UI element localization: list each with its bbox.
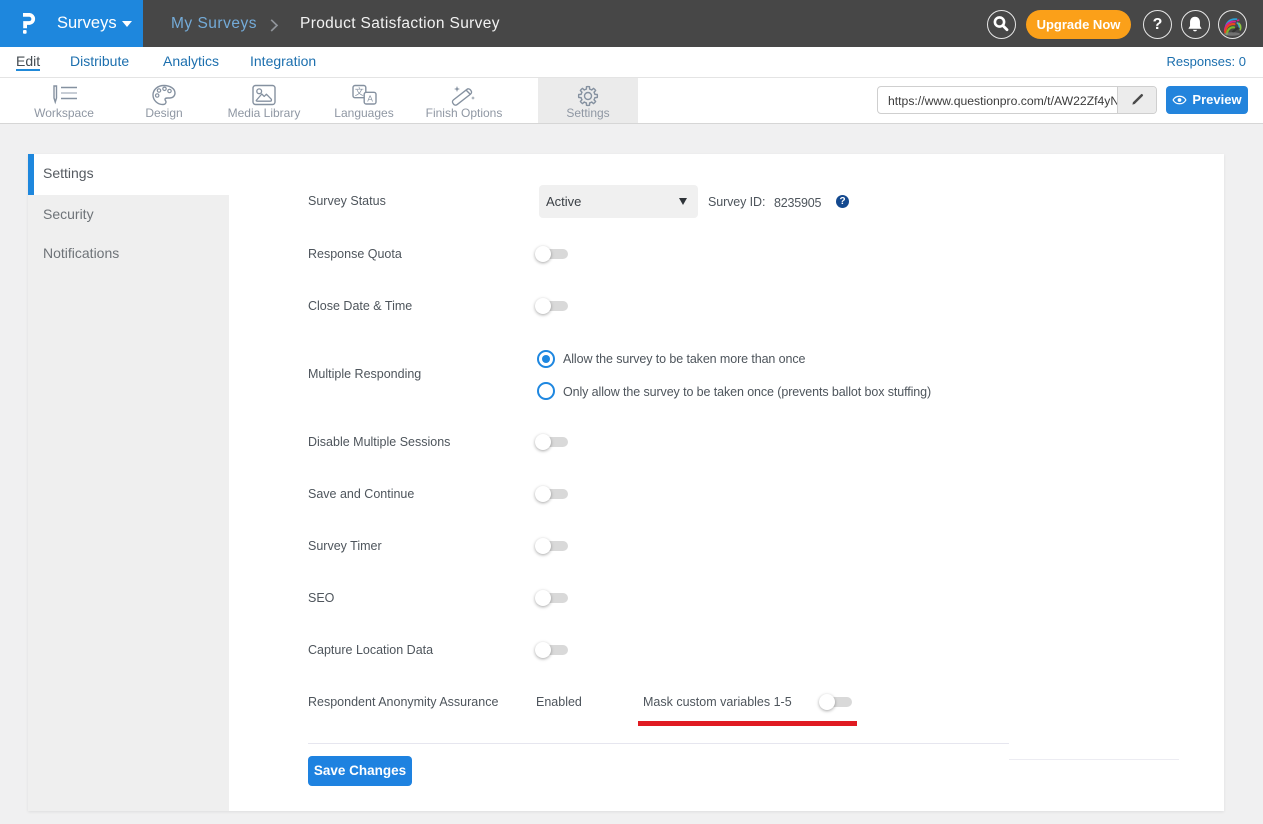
svg-text:文: 文 — [355, 86, 364, 97]
svg-text:A: A — [367, 94, 373, 104]
